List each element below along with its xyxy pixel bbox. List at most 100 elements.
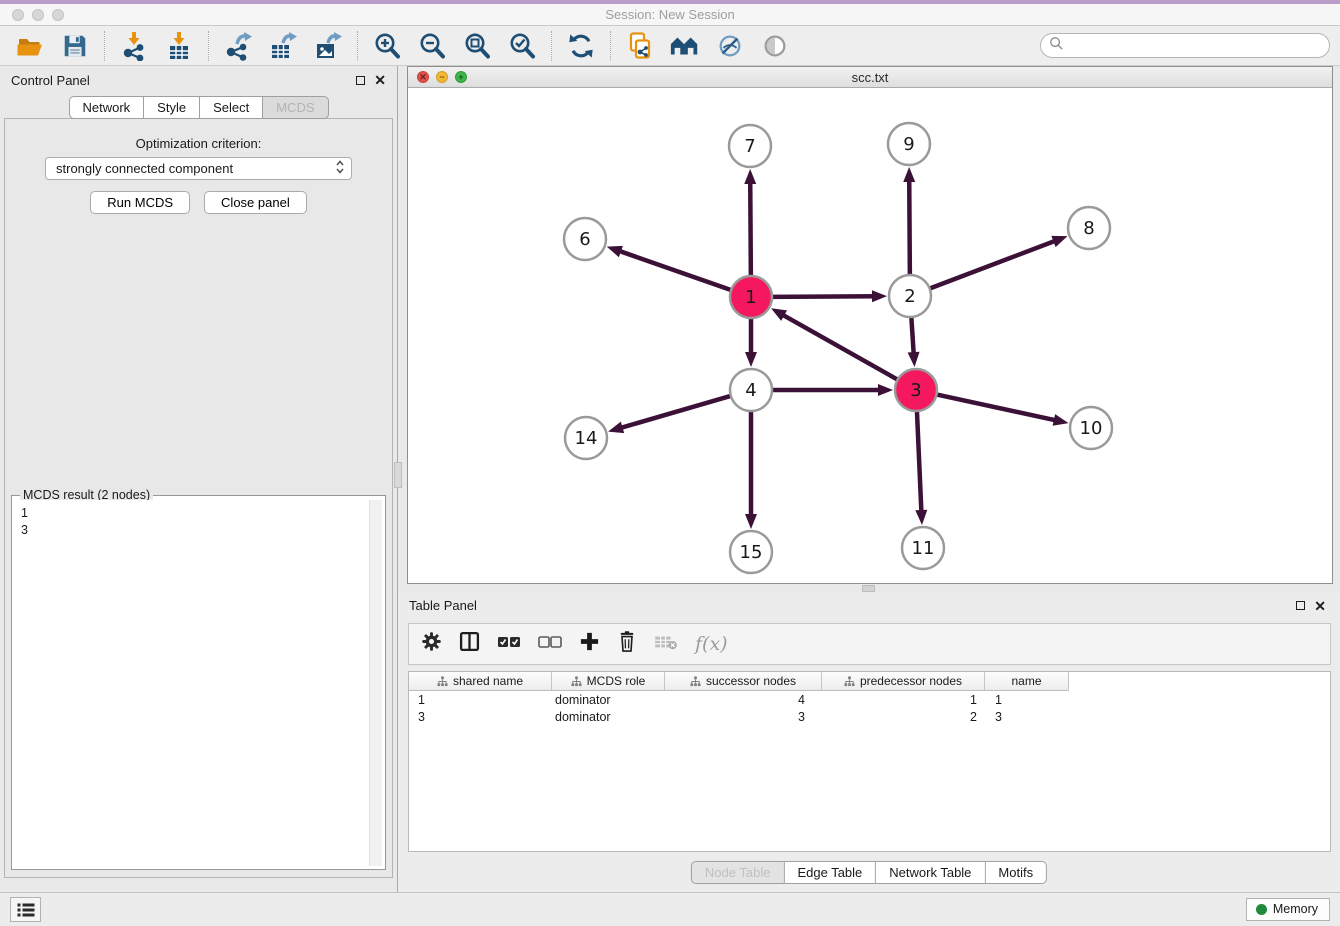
close-window-button[interactable]: [12, 9, 24, 21]
network-window-title: scc.txt: [408, 70, 1332, 85]
tab-node-table[interactable]: Node Table: [691, 861, 785, 884]
graph-edge-arrowhead: [771, 308, 787, 321]
graph-edge-arrowhead: [903, 167, 915, 182]
tab-network[interactable]: Network: [68, 96, 144, 119]
toolbar-separator: [208, 31, 209, 61]
column-header-shared-name[interactable]: shared name: [409, 672, 552, 691]
export-image-icon[interactable]: [308, 29, 348, 63]
table-panel: Table Panel ✕: [398, 592, 1340, 892]
tab-select[interactable]: Select: [200, 96, 263, 119]
result-line: 3: [21, 522, 362, 539]
column-header-successor-nodes[interactable]: successor nodes: [665, 672, 822, 691]
tab-mcds[interactable]: MCDS: [263, 96, 328, 119]
tab-edge-table[interactable]: Edge Table: [784, 861, 876, 884]
float-panel-icon[interactable]: [1296, 601, 1305, 610]
hide-graphics-details-icon[interactable]: [710, 29, 750, 63]
graph-edge-arrowhead: [872, 290, 887, 302]
column-header-mcds-role[interactable]: MCDS role: [552, 672, 665, 691]
graph-edge-arrowhead: [908, 352, 920, 367]
result-line: 1: [21, 505, 362, 522]
mcds-result-text[interactable]: 1 3: [15, 500, 368, 866]
column-header-name[interactable]: name: [985, 672, 1069, 691]
sort-tree-icon: [690, 676, 701, 687]
network-window-titlebar[interactable]: scc.txt ✕ − +: [408, 67, 1332, 88]
vertical-splitter-handle[interactable]: [862, 585, 875, 592]
close-panel-icon[interactable]: ✕: [1314, 601, 1326, 611]
show-graphics-details-icon[interactable]: [755, 29, 795, 63]
graph-edge[interactable]: [615, 250, 733, 291]
select-stepper-icon: [335, 159, 345, 178]
graph-edge[interactable]: [917, 409, 922, 516]
network-graph[interactable]: 7968124314101511: [408, 88, 1332, 583]
close-panel-icon[interactable]: ✕: [374, 75, 386, 85]
export-table-icon[interactable]: [263, 29, 303, 63]
network-canvas[interactable]: 7968124314101511: [408, 88, 1332, 583]
deselect-all-checkboxes-icon[interactable]: [538, 634, 562, 655]
import-network-icon[interactable]: [114, 29, 154, 63]
table-row[interactable]: 1 dominator 4 1 1: [409, 691, 1330, 708]
panel-splitter-handle[interactable]: [394, 462, 402, 488]
graph-edge[interactable]: [617, 395, 733, 429]
result-scrollbar[interactable]: [369, 500, 382, 866]
memory-label: Memory: [1273, 902, 1318, 916]
search-icon: [1049, 36, 1064, 56]
network-view-area: scc.txt ✕ − + 7968124314101511: [398, 66, 1340, 592]
app-titlebar: Session: New Session: [0, 0, 1340, 26]
delete-table-icon: [654, 633, 678, 656]
task-history-button[interactable]: [10, 897, 41, 922]
table-row[interactable]: 3 dominator 3 2 3: [409, 708, 1330, 725]
search-input[interactable]: [1069, 38, 1321, 53]
network-overview-icon[interactable]: [665, 29, 705, 63]
refresh-icon[interactable]: [561, 29, 601, 63]
tab-network-table[interactable]: Network Table: [876, 861, 985, 884]
minimize-window-button[interactable]: [32, 9, 44, 21]
duplicate-network-icon[interactable]: [620, 29, 660, 63]
graph-edge[interactable]: [928, 239, 1059, 289]
node-table[interactable]: shared name MCDS role successor nodes pr…: [408, 671, 1331, 852]
main-toolbar: [0, 26, 1340, 66]
sort-tree-icon: [571, 676, 582, 687]
zoom-window-button[interactable]: [52, 9, 64, 21]
graph-edge[interactable]: [750, 178, 751, 278]
toolbar-separator: [610, 31, 611, 61]
search-field[interactable]: [1040, 33, 1330, 58]
import-table-icon[interactable]: [159, 29, 199, 63]
zoom-selected-icon[interactable]: [502, 29, 542, 63]
toolbar-separator: [104, 31, 105, 61]
zoom-out-icon[interactable]: [412, 29, 452, 63]
run-mcds-button[interactable]: Run MCDS: [90, 191, 190, 214]
mcds-result-group: MCDS result (2 nodes) 1 3: [11, 495, 386, 870]
graph-edge[interactable]: [770, 296, 878, 297]
add-column-icon[interactable]: [579, 631, 600, 657]
graph-edge[interactable]: [911, 315, 914, 358]
delete-column-icon[interactable]: [617, 631, 637, 658]
graph-node-label: 2: [904, 286, 915, 307]
memory-button[interactable]: Memory: [1246, 898, 1330, 921]
graph-edge[interactable]: [779, 313, 900, 381]
table-toolbar: f(x): [408, 623, 1331, 665]
optimization-select[interactable]: strongly connected component: [45, 157, 352, 180]
table-tabs: Node Table Edge Table Network Table Moti…: [691, 861, 1047, 884]
optimization-select-value: strongly connected component: [56, 161, 233, 176]
graph-edge[interactable]: [909, 176, 910, 277]
save-session-icon[interactable]: [55, 29, 95, 63]
zoom-fit-icon[interactable]: [457, 29, 497, 63]
open-session-icon[interactable]: [10, 29, 50, 63]
list-icon: [17, 903, 35, 917]
column-header-predecessor-nodes[interactable]: predecessor nodes: [822, 672, 985, 691]
tab-style[interactable]: Style: [144, 96, 200, 119]
graph-edge[interactable]: [935, 394, 1060, 421]
sort-tree-icon: [437, 676, 448, 687]
tab-motifs[interactable]: Motifs: [985, 861, 1047, 884]
float-panel-icon[interactable]: [356, 76, 365, 85]
graph-edge-arrowhead: [745, 514, 757, 529]
settings-gear-icon[interactable]: [421, 631, 442, 657]
close-panel-button[interactable]: Close panel: [204, 191, 307, 214]
graph-node-label: 14: [575, 428, 598, 449]
toolbar-separator: [357, 31, 358, 61]
zoom-in-icon[interactable]: [367, 29, 407, 63]
select-all-checkboxes-icon[interactable]: [497, 634, 521, 655]
export-network-icon[interactable]: [218, 29, 258, 63]
show-column-icon[interactable]: [459, 631, 480, 657]
network-window: scc.txt ✕ − + 7968124314101511: [407, 66, 1333, 584]
